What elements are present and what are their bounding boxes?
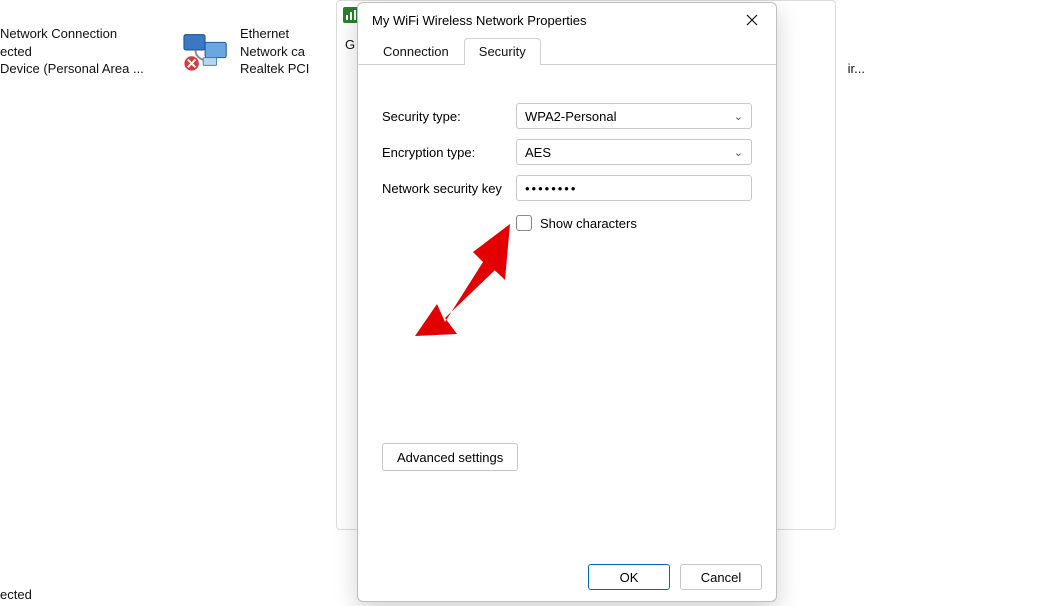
net-item-line1: Ethernet xyxy=(240,25,309,43)
net-item-line2: Network ca xyxy=(240,43,309,61)
label-encryption-type: Encryption type: xyxy=(382,145,516,160)
net-item-line3: Realtek PCI xyxy=(240,60,309,78)
label-show-characters: Show characters xyxy=(540,216,637,231)
network-item-bluetooth[interactable]: Network Connection ected Device (Persona… xyxy=(0,25,200,78)
network-item-ethernet[interactable]: Ethernet Network ca Realtek PCI xyxy=(182,25,337,78)
select-security-type[interactable]: WPA2-Personal ⌄ xyxy=(516,103,752,129)
chevron-down-icon: ⌄ xyxy=(734,110,743,123)
cancel-button[interactable]: Cancel xyxy=(680,564,762,590)
net-item-line3: Device (Personal Area ... xyxy=(0,60,144,78)
dialog-titlebar: My WiFi Wireless Network Properties xyxy=(358,3,776,37)
advanced-settings-button[interactable]: Advanced settings xyxy=(382,443,518,471)
label-security-type: Security type: xyxy=(382,109,516,124)
row-network-key: Network security key xyxy=(382,175,752,201)
behind-glyph-ir: ir... xyxy=(848,61,865,76)
checkbox-show-characters[interactable] xyxy=(516,215,532,231)
wifi-properties-dialog: My WiFi Wireless Network Properties Conn… xyxy=(357,2,777,602)
select-encryption-type[interactable]: AES ⌄ xyxy=(516,139,752,165)
bottom-truncated-text: ected xyxy=(0,587,32,602)
ok-button[interactable]: OK xyxy=(588,564,670,590)
row-security-type: Security type: WPA2-Personal ⌄ xyxy=(382,103,752,129)
net-item-line2: ected xyxy=(0,43,144,61)
input-network-key[interactable] xyxy=(516,175,752,201)
select-value: AES xyxy=(525,145,551,160)
row-encryption-type: Encryption type: AES ⌄ xyxy=(382,139,752,165)
tabstrip: Connection Security xyxy=(358,37,776,65)
ethernet-icon xyxy=(182,25,232,75)
behind-glyph-g: G xyxy=(345,37,355,52)
close-button[interactable] xyxy=(738,6,766,34)
tab-security[interactable]: Security xyxy=(464,38,541,65)
tab-connection[interactable]: Connection xyxy=(368,38,464,65)
dialog-footer: OK Cancel xyxy=(358,553,776,601)
dialog-content: Security type: WPA2-Personal ⌄ Encryptio… xyxy=(358,65,776,553)
label-network-key: Network security key xyxy=(382,181,516,196)
dialog-title: My WiFi Wireless Network Properties xyxy=(372,13,587,28)
chevron-down-icon: ⌄ xyxy=(734,146,743,159)
net-item-line1: Network Connection xyxy=(0,25,144,43)
row-show-characters: Show characters xyxy=(516,215,752,231)
select-value: WPA2-Personal xyxy=(525,109,617,124)
